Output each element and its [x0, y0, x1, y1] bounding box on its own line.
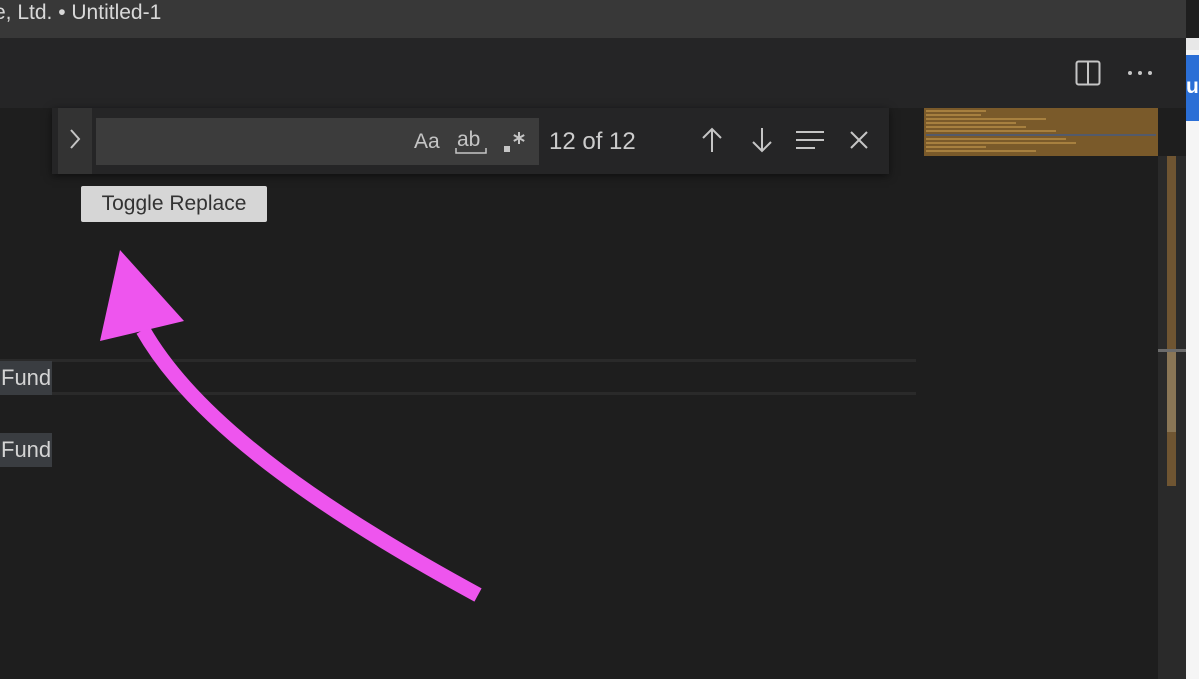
regex-button[interactable]: [502, 126, 530, 158]
whole-word-underline-icon: [455, 148, 487, 154]
scrollbar-match-markers: [1167, 156, 1176, 486]
find-in-selection-button[interactable]: [794, 126, 826, 158]
title-bar: e, Ltd. • Untitled-1: [0, 0, 1186, 38]
current-line-border-bottom: [0, 392, 916, 395]
toggle-replace-tooltip: Toggle Replace: [81, 186, 267, 222]
toggle-replace-button[interactable]: [58, 108, 92, 174]
split-editor-icon[interactable]: [1072, 57, 1104, 89]
find-widget: Aa ab 12 of 12: [52, 108, 889, 174]
next-match-button[interactable]: [746, 126, 778, 158]
regex-icon: [504, 132, 525, 152]
adjacent-window-banner: u: [1186, 55, 1199, 121]
adjacent-window-edge: [1186, 38, 1199, 679]
match-whole-word-button[interactable]: ab: [454, 126, 488, 158]
scrollbar-thumb[interactable]: [1158, 349, 1186, 352]
arrow-up-icon: [701, 127, 723, 158]
editor-line[interactable]: Fund: [0, 361, 53, 395]
arrow-down-icon: [751, 127, 773, 158]
tab-strip: [0, 38, 1186, 108]
more-actions-icon[interactable]: [1124, 57, 1156, 89]
minimap[interactable]: [924, 108, 1158, 156]
close-find-button[interactable]: [843, 126, 875, 158]
lines-icon: [795, 130, 825, 155]
chevron-right-icon: [68, 128, 82, 155]
close-icon: [849, 130, 869, 155]
match-count: 12 of 12: [549, 128, 636, 155]
scrollbar-current-markers: [1167, 352, 1176, 432]
match-case-button[interactable]: Aa: [414, 126, 440, 158]
adjacent-window-top: [1186, 38, 1199, 50]
current-line-border-top: [0, 359, 916, 362]
previous-match-button[interactable]: [696, 126, 728, 158]
window-title: e, Ltd. • Untitled-1: [0, 1, 162, 24]
editor-line[interactable]: Fund: [0, 433, 53, 467]
adjacent-window-letter: u: [1186, 75, 1199, 98]
